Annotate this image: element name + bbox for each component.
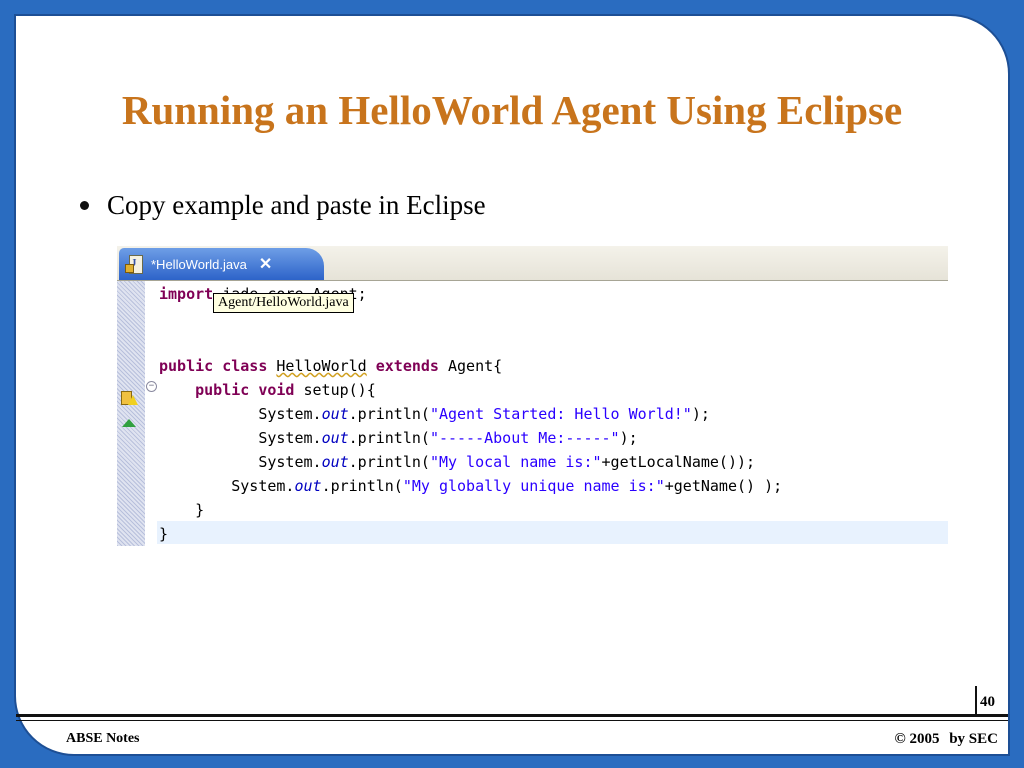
editor-tab-helloworld[interactable]: J *HelloWorld.java ✕	[119, 248, 324, 280]
eclipse-editor-screenshot: J *HelloWorld.java ✕ − import jade.core.…	[117, 246, 948, 546]
tooltip: Agent/HelloWorld.java	[213, 293, 354, 313]
tab-label: *HelloWorld.java	[151, 256, 247, 272]
warning-marker-icon	[121, 391, 139, 407]
footer-rule-thick	[16, 714, 1008, 717]
code-area[interactable]: import jade.core.Agent; public class Hel…	[157, 281, 948, 546]
bullet-item: Copy example and paste in Eclipse	[80, 190, 486, 221]
code-line-4: public void setup(){	[195, 381, 376, 399]
fold-collapse-icon[interactable]: −	[146, 381, 157, 392]
page-number: 40	[980, 694, 995, 710]
slide-title: Running an HelloWorld Agent Using Eclips…	[121, 87, 903, 133]
footer-left-text: ABSE Notes	[66, 731, 140, 746]
footer-rule-thin	[16, 720, 1008, 721]
code-line-9: }	[195, 501, 205, 519]
copyright-icon: ©	[894, 731, 906, 747]
current-line-highlight	[157, 521, 948, 544]
bullet-dot-icon	[80, 201, 89, 211]
code-line-6: System.out.println("-----About Me:-----"…	[258, 429, 638, 447]
override-marker-icon	[122, 419, 136, 427]
editor-tab-bar: J *HelloWorld.java ✕	[117, 246, 948, 281]
close-icon[interactable]: ✕	[259, 254, 272, 274]
code-line-8: System.out.println("My globally unique n…	[231, 477, 783, 495]
footer-right: © 2005 by SEC	[895, 731, 999, 748]
code-line-10: }	[159, 525, 169, 543]
bullet-text: Copy example and paste in Eclipse	[107, 190, 486, 220]
editor-gutter: −	[145, 281, 157, 546]
code-line-5: System.out.println("Agent Started: Hello…	[258, 405, 710, 423]
footer-author: by SEC	[949, 731, 998, 747]
code-line-3: public class HelloWorld extends Agent{	[159, 357, 503, 375]
code-line-7: System.out.println("My local name is:"+g…	[258, 453, 756, 471]
footer-year: 2005	[909, 731, 940, 747]
java-file-icon: J	[125, 255, 143, 274]
page-number-divider	[975, 686, 977, 716]
overview-ruler	[117, 281, 145, 546]
